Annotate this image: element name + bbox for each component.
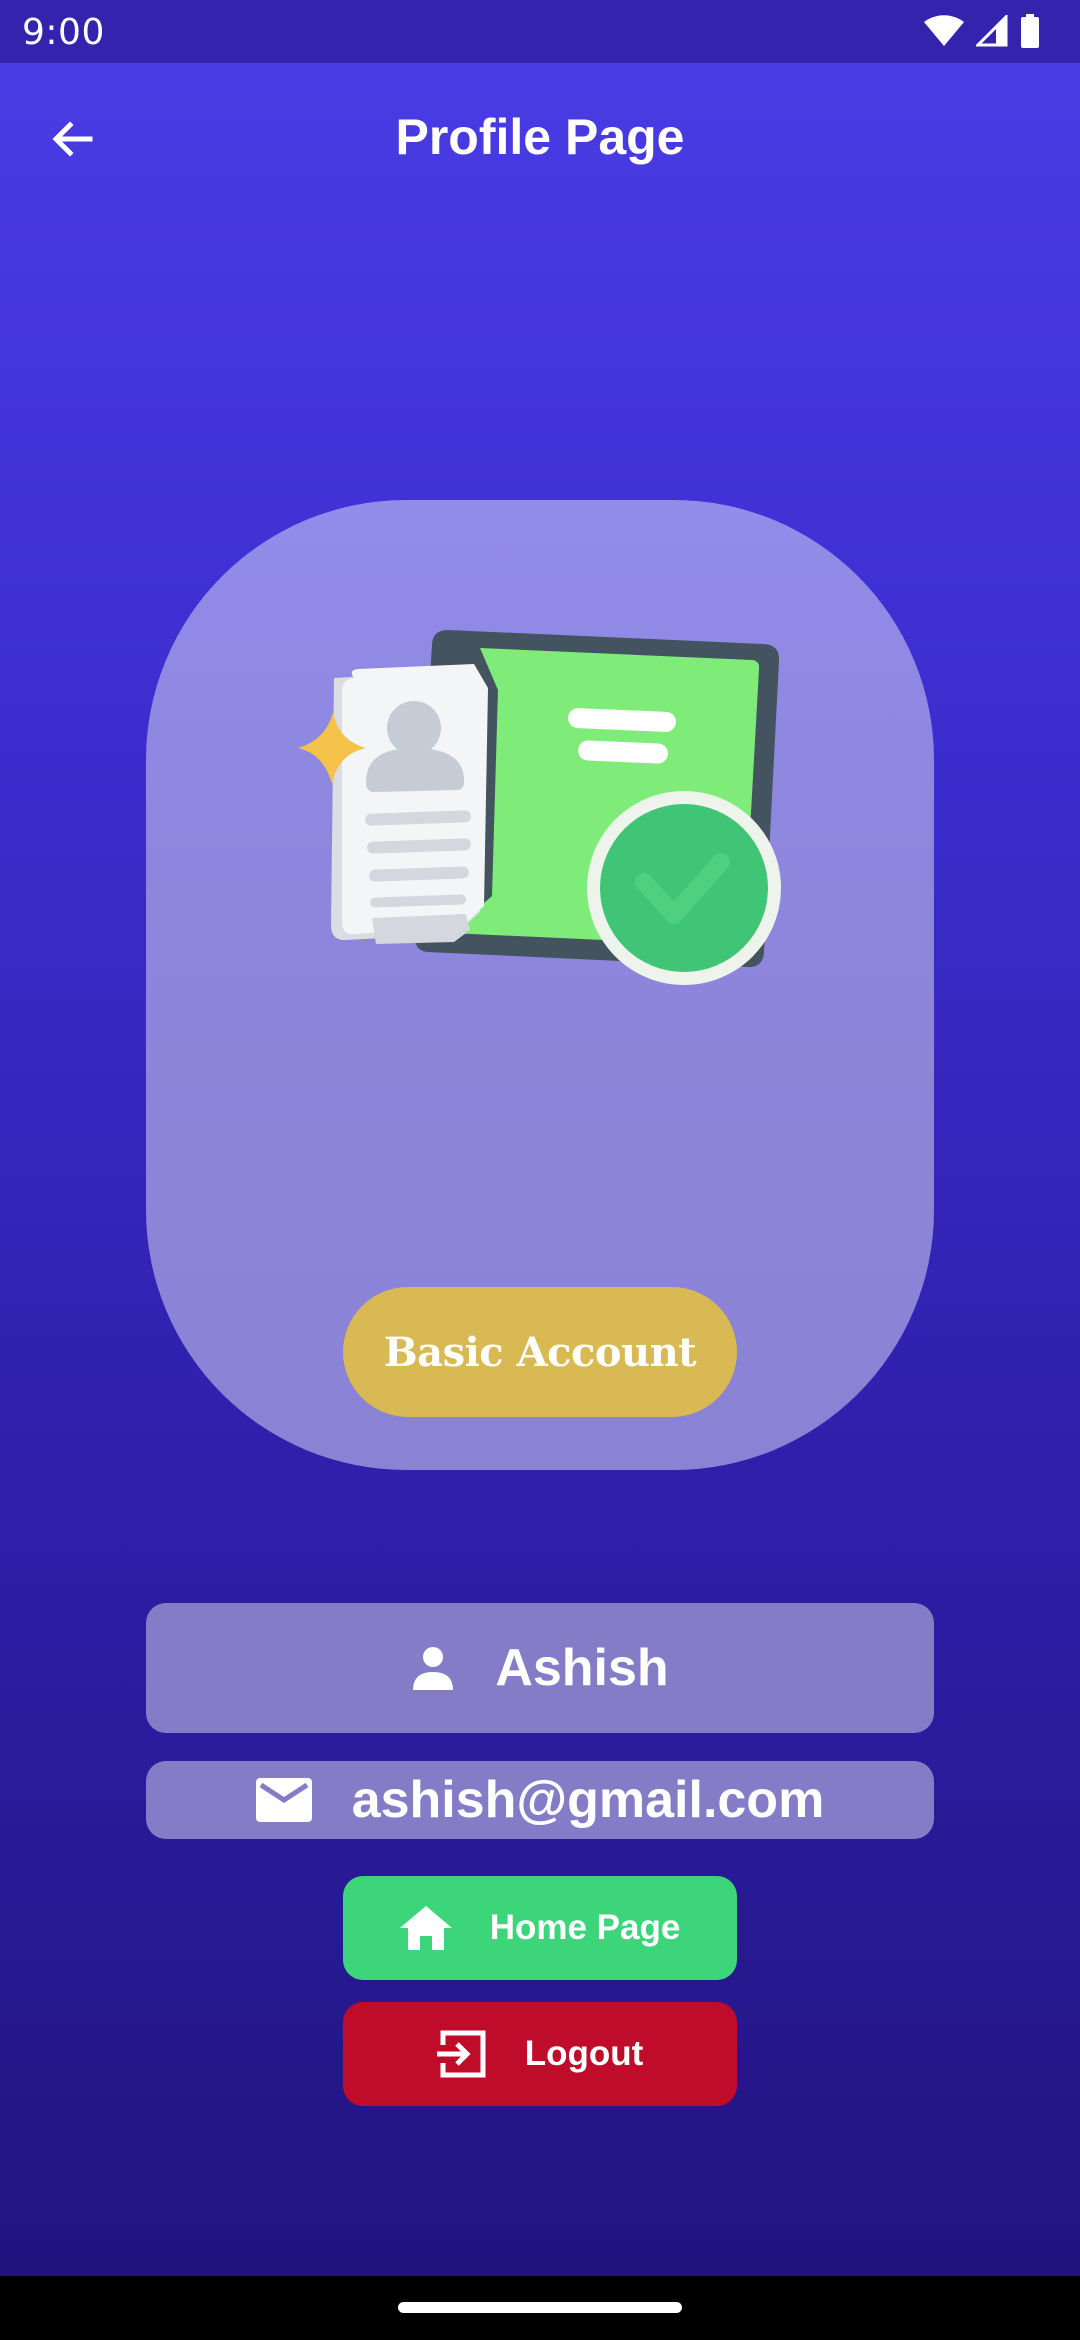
cell-signal-icon [976, 15, 1008, 47]
user-email: ashish@gmail.com [351, 1771, 825, 1829]
account-type-badge: Basic Account [343, 1287, 737, 1417]
wifi-icon [924, 15, 964, 46]
page-title: Profile Page [395, 109, 685, 165]
name-field: Ashish [146, 1603, 934, 1733]
home-icon [399, 1906, 452, 1950]
profile-card: Basic Account [146, 500, 934, 1470]
mail-icon [255, 1778, 312, 1822]
verified-id-document-illustration [298, 630, 781, 985]
person-icon [411, 1646, 455, 1690]
login-arrow-icon [436, 2029, 487, 2079]
app-bar: Profile Page [0, 63, 1080, 211]
home-page-label: Home Page [489, 1908, 681, 1947]
status-icons [924, 14, 1040, 48]
status-bar: 9:00 [0, 0, 1080, 63]
logout-label: Logout [524, 2034, 644, 2073]
home-page-button[interactable]: Home Page [343, 1876, 737, 1980]
system-nav-bar [0, 2276, 1080, 2340]
user-name: Ashish [495, 1639, 669, 1697]
email-field: ashish@gmail.com [146, 1761, 934, 1839]
status-time: 9:00 [22, 12, 105, 53]
battery-icon [1021, 14, 1039, 48]
home-indicator[interactable] [398, 2302, 682, 2313]
logout-button[interactable]: Logout [343, 2002, 737, 2106]
